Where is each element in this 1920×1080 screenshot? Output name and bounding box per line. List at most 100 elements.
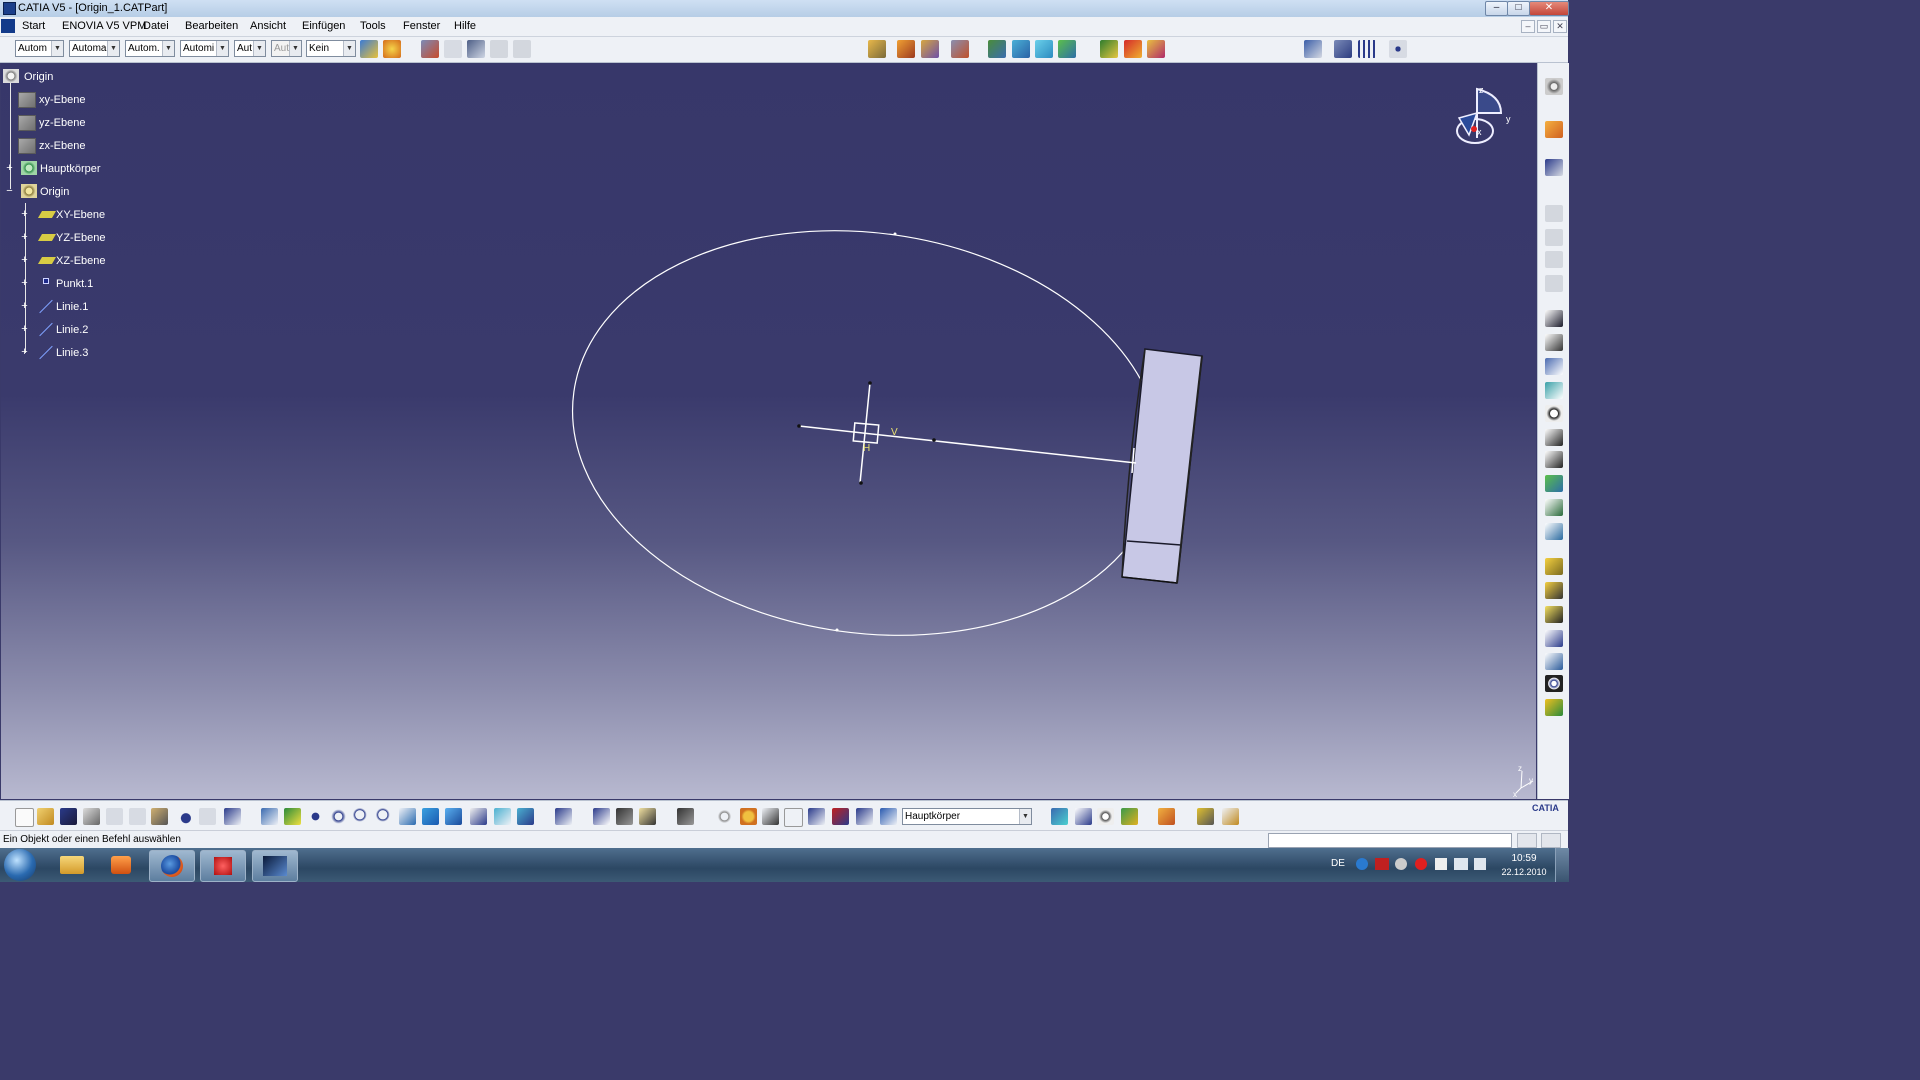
show-desktop-button[interactable] (1555, 848, 1569, 882)
compass-icon[interactable] (1334, 40, 1352, 58)
expand-icon[interactable]: + (20, 324, 29, 335)
mdi-minimize-button[interactable]: – (1521, 20, 1535, 33)
slot-icon[interactable] (1545, 451, 1563, 468)
taskbar-media-player[interactable] (99, 850, 143, 880)
collapse-icon[interactable]: − (5, 186, 14, 197)
status-button-2[interactable] (1541, 833, 1561, 848)
tree-item-linie1[interactable]: + Linie.1 (19, 299, 159, 315)
bluetooth-icon[interactable] (1356, 858, 1368, 870)
stiffener-icon[interactable] (1545, 475, 1563, 492)
analysis-icon[interactable] (467, 40, 485, 58)
body-icon[interactable] (1058, 40, 1076, 58)
bottle-icon[interactable] (639, 808, 656, 825)
body-select[interactable]: Hauptkörper ▼ (902, 808, 1032, 825)
thread-icon[interactable] (1545, 675, 1563, 692)
mdi-close-button[interactable]: ✕ (1553, 20, 1567, 33)
shell-icon[interactable] (1545, 630, 1563, 647)
edge-fillet-icon[interactable] (1545, 558, 1563, 575)
menu-enovia[interactable]: ENOVIA V5 VPM (62, 20, 146, 32)
zoom-in-icon[interactable] (353, 808, 370, 825)
normal-view-icon[interactable] (399, 808, 416, 825)
hide-show-icon[interactable] (494, 808, 511, 825)
command-input[interactable] (1268, 833, 1512, 848)
dimension-icon[interactable] (784, 808, 803, 827)
tree-item-origin-root[interactable]: Origin (3, 69, 123, 85)
capture-icon[interactable] (677, 808, 694, 825)
expand-icon[interactable]: + (20, 209, 29, 220)
grid-icon[interactable] (1358, 40, 1376, 58)
menu-start[interactable]: Start (22, 20, 45, 32)
new-file-icon[interactable] (15, 808, 34, 827)
network-icon[interactable] (1454, 858, 1468, 870)
expand-icon[interactable]: + (20, 278, 29, 289)
intersect-icon[interactable] (951, 40, 969, 58)
list-view-icon[interactable] (856, 808, 873, 825)
taskbar-catia[interactable] (252, 850, 298, 882)
mdi-maximize-button[interactable]: ▭ (1537, 20, 1551, 33)
tree-item-xz-ebene[interactable]: + XZ-Ebene (19, 253, 159, 269)
transparency-combo[interactable]: Automa ▼ (69, 40, 120, 57)
rotate-icon[interactable] (330, 808, 347, 825)
copy-icon[interactable] (129, 808, 146, 825)
tree-item-punkt1[interactable]: + Punkt.1 (19, 276, 159, 292)
clock-date[interactable]: 22.12.2010 (1501, 867, 1547, 877)
tree-item-xy-plane[interactable]: xy-Ebene (18, 92, 138, 108)
close-button[interactable]: ✕ (1529, 1, 1569, 16)
expand-icon[interactable]: + (5, 163, 14, 174)
remove-icon[interactable] (921, 40, 939, 58)
tree-item-hauptkoerper[interactable]: + Hauptkörper (3, 161, 143, 177)
tree-item-linie2[interactable]: + Linie.2 (19, 322, 159, 338)
menu-bearbeiten[interactable]: Bearbeiten (185, 20, 238, 32)
expand-icon[interactable]: + (20, 232, 29, 243)
status-button-1[interactable] (1517, 833, 1537, 848)
layer-combo[interactable]: Kein ▼ (306, 40, 356, 57)
render-icon[interactable] (1100, 40, 1118, 58)
menu-tools[interactable]: Tools (360, 20, 386, 32)
pocket-icon[interactable] (1545, 334, 1563, 351)
formula-view-icon[interactable] (808, 808, 825, 825)
axis-icon[interactable] (762, 808, 779, 825)
insert-body-icon[interactable] (1051, 808, 1068, 825)
add-icon[interactable] (897, 40, 915, 58)
hand-icon[interactable] (740, 808, 757, 825)
zoom-out-icon[interactable] (376, 808, 393, 825)
fly-mode-icon[interactable] (261, 808, 278, 825)
hole-icon[interactable] (1545, 382, 1563, 399)
tree-item-yz-ebene[interactable]: + YZ-Ebene (19, 230, 159, 246)
catia-start-icon[interactable] (1, 19, 15, 33)
action-center-flag-icon[interactable] (1435, 858, 1447, 870)
geometrical-set-tool-icon[interactable] (1075, 808, 1092, 825)
expand-icon[interactable]: + (20, 255, 29, 266)
linewidth-combo[interactable]: Automi ▼ (180, 40, 229, 57)
mirror-icon[interactable] (1545, 699, 1563, 716)
painter-icon[interactable] (360, 40, 378, 58)
define-work-object-icon[interactable] (880, 808, 897, 825)
constraint-icon[interactable] (490, 40, 508, 58)
ordered-set-icon[interactable] (1097, 808, 1114, 825)
multi-view-icon[interactable] (422, 808, 439, 825)
measure-inertia-icon[interactable] (616, 808, 633, 825)
surface-icon[interactable] (1012, 40, 1030, 58)
part-design-workbench-icon[interactable] (1545, 78, 1563, 95)
pan-icon[interactable] (307, 808, 324, 825)
axis-system-icon[interactable] (1304, 40, 1322, 58)
point-symbol-combo[interactable]: Aut ▼ (234, 40, 266, 57)
tree-item-yz-plane[interactable]: yz-Ebene (18, 115, 138, 131)
tree-item-xy-ebene[interactable]: + XY-Ebene (19, 207, 159, 223)
windows-start-button[interactable] (4, 849, 36, 881)
assemble-icon[interactable] (868, 40, 886, 58)
properties-icon[interactable] (383, 40, 401, 58)
tree-item-origin-set[interactable]: − Origin (3, 184, 143, 200)
thickness-icon[interactable] (1545, 653, 1563, 670)
ati-icon[interactable] (1375, 858, 1389, 870)
cut-icon[interactable] (106, 808, 123, 825)
menu-ansicht[interactable]: Ansicht (250, 20, 286, 32)
menu-hilfe[interactable]: Hilfe (454, 20, 476, 32)
measure-item-icon[interactable] (593, 808, 610, 825)
tree-item-linie3[interactable]: + Linie.3 (19, 345, 159, 361)
fit-all-icon[interactable] (284, 808, 301, 825)
chamfer-icon[interactable] (1545, 582, 1563, 599)
redo-icon[interactable] (199, 808, 216, 825)
print-icon[interactable] (83, 808, 100, 825)
sheet-icon[interactable] (1035, 40, 1053, 58)
